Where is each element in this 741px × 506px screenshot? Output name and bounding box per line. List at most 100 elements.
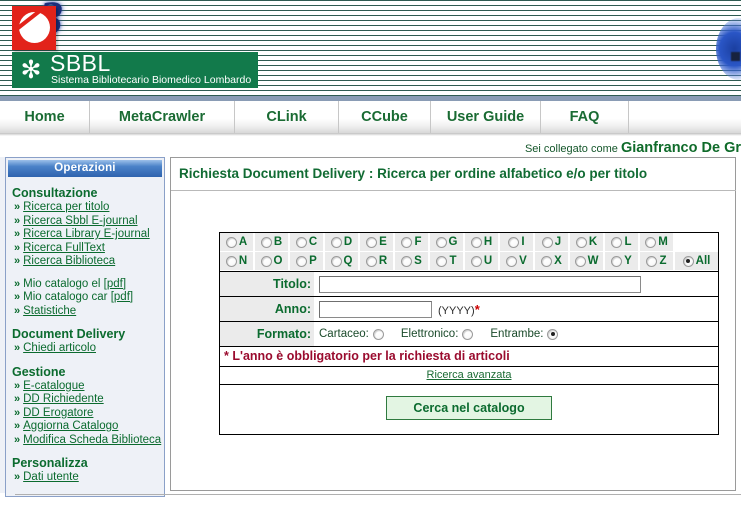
radio-icon[interactable] [330,255,342,267]
radio-icon[interactable] [575,236,587,248]
sidebar-item-aggiorna-catalogo[interactable]: » Aggiorna Catalogo [12,420,164,434]
alpha-option-v[interactable]: V [500,252,535,271]
sidebar-item-chiedi-articolo[interactable]: » Chiedi articolo [12,342,164,356]
radio-icon[interactable] [296,255,308,267]
sidebar-item-mio-catalogo-el[interactable]: » Mio catalogo el [pdf] [12,278,164,292]
alpha-option-label: W [587,254,599,267]
radio-icon[interactable] [260,236,272,248]
alpha-option-x[interactable]: X [535,252,570,271]
titolo-input[interactable] [319,275,641,293]
alpha-option-e[interactable]: E [360,233,395,252]
radio-icon[interactable] [541,236,553,248]
radio-icon[interactable] [508,236,520,248]
radio-icon[interactable] [611,236,623,248]
sidebar-item-pdf-label[interactable]: [pdf] [104,278,126,290]
alpha-option-i[interactable]: I [500,233,535,252]
radio-icon[interactable] [506,255,518,267]
alpha-option-w[interactable]: W [570,252,605,271]
anno-format-hint: (YYYY)* [438,302,480,317]
sidebar-item-pdf-label[interactable]: [pdf] [111,291,133,303]
sidebar-item-label: Chiedi articolo [23,342,96,354]
alpha-option-d[interactable]: D [325,233,360,252]
alpha-option-b[interactable]: B [255,233,290,252]
alpha-row-filler [675,233,718,252]
sidebar-item-e-catalogue[interactable]: » E-catalogue [12,380,164,394]
formato-option-elettronico[interactable]: Elettronico: [401,328,474,340]
alpha-option-z[interactable]: Z [640,252,675,271]
nav-item-home[interactable]: Home [0,101,90,133]
alpha-option-g[interactable]: G [430,233,465,252]
radio-icon[interactable] [225,255,237,267]
nav-item-faq[interactable]: FAQ [541,101,629,133]
sidebar-item-ricerca-biblioteca[interactable]: » Ricerca Biblioteca [12,255,164,269]
sidebar-item-ricerca-library-e-journal[interactable]: » Ricerca Library E-journal [12,228,164,242]
radio-icon[interactable] [372,328,384,340]
sidebar-group: Personalizza» Dati utente [6,456,164,485]
nav-item-clink[interactable]: CLink [235,101,339,133]
login-user-name: Gianfranco De Gr [620,140,741,155]
radio-icon[interactable] [330,236,342,248]
radio-icon[interactable] [365,255,377,267]
search-catalog-button[interactable]: Cerca nel catalogo [386,396,552,420]
sidebar-item-statistiche[interactable]: » Statistiche [12,305,164,319]
formato-option-cartaceo[interactable]: Cartaceo: [319,328,384,340]
alpha-option-t[interactable]: T [430,252,465,271]
sidebar-item-mio-catalogo-car[interactable]: » Mio catalogo car [pdf] [12,291,164,305]
alpha-option-h[interactable]: H [465,233,500,252]
formato-option-entrambe[interactable]: Entrambe: [490,328,559,340]
radio-icon[interactable] [366,236,378,248]
sidebar-item-label: E-catalogue [23,379,85,392]
alpha-option-o[interactable]: O [255,252,290,271]
alpha-option-n[interactable]: N [220,252,255,271]
radio-icon[interactable] [295,236,307,248]
radio-icon[interactable] [401,236,413,248]
radio-icon[interactable] [470,236,482,248]
radio-icon[interactable] [436,255,448,267]
radio-icon[interactable] [645,236,657,248]
radio-icon[interactable] [435,236,447,248]
alpha-option-c[interactable]: C [290,233,325,252]
sidebar-item-modifica-scheda-biblioteca[interactable]: » Modifica Scheda Biblioteca [12,434,164,448]
alpha-option-a[interactable]: A [220,233,255,252]
sidebar-item-dd-richiedente[interactable]: » DD Richiedente [12,393,164,407]
sidebar-item-ricerca-sbbl-e-journal[interactable]: » Ricerca Sbbl E-journal [12,215,164,229]
alpha-option-l[interactable]: L [605,233,640,252]
radio-icon[interactable] [547,328,559,340]
alpha-option-m[interactable]: M [640,233,675,252]
chevron-double-right-icon: » [14,433,21,446]
sbbl-banner-title: SBBL [50,50,111,76]
alpha-option-y[interactable]: Y [605,252,640,271]
alpha-option-q[interactable]: Q [325,252,360,271]
radio-icon[interactable] [611,255,623,267]
alpha-option-f[interactable]: F [395,233,430,252]
radio-icon[interactable] [541,255,553,267]
sidebar-item-dd-erogatore[interactable]: » DD Erogatore [12,407,164,421]
sbbl-logo-icon[interactable] [12,5,56,50]
anno-input[interactable] [319,300,432,318]
radio-icon[interactable] [470,255,482,267]
alpha-option-j[interactable]: J [535,233,570,252]
sidebar-item-ricerca-fulltext[interactable]: » Ricerca FullText [12,242,164,256]
sidebar-item-ricerca-per-titolo[interactable]: » Ricerca per titolo [12,201,164,215]
radio-icon[interactable] [574,255,586,267]
alpha-option-p[interactable]: P [290,252,325,271]
chevron-double-right-icon: » [14,201,21,213]
radio-icon[interactable] [260,255,272,267]
alpha-option-u[interactable]: U [465,252,500,271]
radio-icon[interactable] [462,328,474,340]
alpha-option-k[interactable]: K [570,233,605,252]
nav-item-ccube[interactable]: CCube [339,101,431,133]
radio-icon[interactable] [682,255,694,267]
chevron-double-right-icon: » [14,214,21,227]
nav-item-user-guide[interactable]: User Guide [431,101,541,133]
radio-icon[interactable] [401,255,413,267]
alpha-option-label: T [449,254,457,267]
nav-item-metacrawler[interactable]: MetaCrawler [90,101,235,133]
radio-icon[interactable] [646,255,658,267]
alpha-option-s[interactable]: S [395,252,430,271]
advanced-search-link[interactable]: Ricerca avanzata [427,369,512,381]
radio-icon[interactable] [225,236,237,248]
alpha-option-r[interactable]: R [360,252,395,271]
alpha-option-all[interactable]: All [675,252,718,271]
sidebar-item-dati-utente[interactable]: » Dati utente [12,471,164,485]
